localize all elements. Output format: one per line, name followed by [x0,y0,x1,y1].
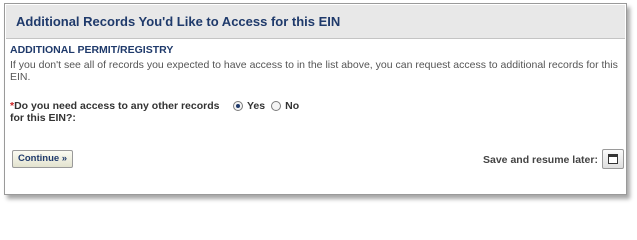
radio-no-label[interactable]: No [285,100,299,112]
question-label: *Do you need access to any other records… [10,100,230,124]
save-icon [608,154,618,164]
continue-button[interactable]: Continue » [12,150,74,168]
radio-yes-label[interactable]: Yes [247,100,265,112]
radio-no[interactable] [271,101,282,111]
access-radio-group: Yes No [233,100,305,112]
section-title: ADDITIONAL PERMIT/REGISTRY [10,44,174,56]
save-resume-label: Save and resume later: [483,154,598,166]
panel-header: Additional Records You'd Like to Access … [6,5,625,39]
save-resume-button[interactable] [602,149,624,169]
section-description: If you don't see all of records you expe… [10,59,618,83]
additional-records-panel: Additional Records You'd Like to Access … [4,3,627,195]
panel-title: Additional Records You'd Like to Access … [16,14,341,29]
radio-yes[interactable] [233,101,243,111]
question-text: Do you need access to any other records … [10,100,220,124]
